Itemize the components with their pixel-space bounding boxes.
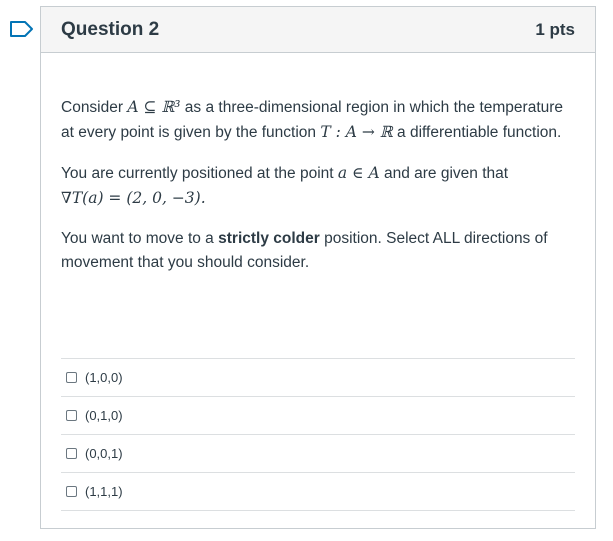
math-gradient: ∇T(a) = (2, 0, −3). bbox=[61, 189, 206, 207]
math-point: a ∈ A bbox=[337, 164, 380, 182]
answer-label: (1,0,0) bbox=[85, 370, 123, 385]
math-function: T : A → ℝ bbox=[320, 123, 393, 141]
question-title: Question 2 bbox=[61, 18, 160, 40]
answer-label: (0,0,1) bbox=[85, 446, 123, 461]
checkbox[interactable] bbox=[66, 448, 77, 459]
question-paragraph-3: You want to move to a strictly colder po… bbox=[61, 230, 548, 271]
answer-option[interactable]: (1,0,0) bbox=[61, 359, 575, 397]
flag-question-icon[interactable] bbox=[9, 20, 35, 38]
answer-label: (0,1,0) bbox=[85, 408, 123, 423]
answer-label: (1,1,1) bbox=[85, 484, 123, 499]
checkbox[interactable] bbox=[66, 486, 77, 497]
answer-option[interactable]: (1,1,1) bbox=[61, 473, 575, 511]
question-card: Question 2 1 pts Consider A ⊆ ℝ³ as a th… bbox=[40, 6, 596, 529]
question-points: 1 pts bbox=[535, 19, 575, 39]
answer-option[interactable]: (0,0,1) bbox=[61, 435, 575, 473]
emphasis-strictly-colder: strictly colder bbox=[218, 230, 320, 247]
question-paragraph-2: You are currently positioned at the poin… bbox=[61, 164, 509, 207]
question-text: Consider A ⊆ ℝ³ as a three-dimensional r… bbox=[41, 53, 595, 275]
checkbox[interactable] bbox=[66, 372, 77, 383]
answer-list: (1,0,0) (0,1,0) (0,0,1) (1,1,1) bbox=[61, 358, 575, 511]
checkbox[interactable] bbox=[66, 410, 77, 421]
question-paragraph-1: Consider A ⊆ ℝ³ as a three-dimensional r… bbox=[61, 98, 564, 141]
question-header: Question 2 1 pts bbox=[41, 7, 595, 53]
answer-option[interactable]: (0,1,0) bbox=[61, 397, 575, 435]
math-set: A ⊆ ℝ³ bbox=[127, 98, 181, 116]
